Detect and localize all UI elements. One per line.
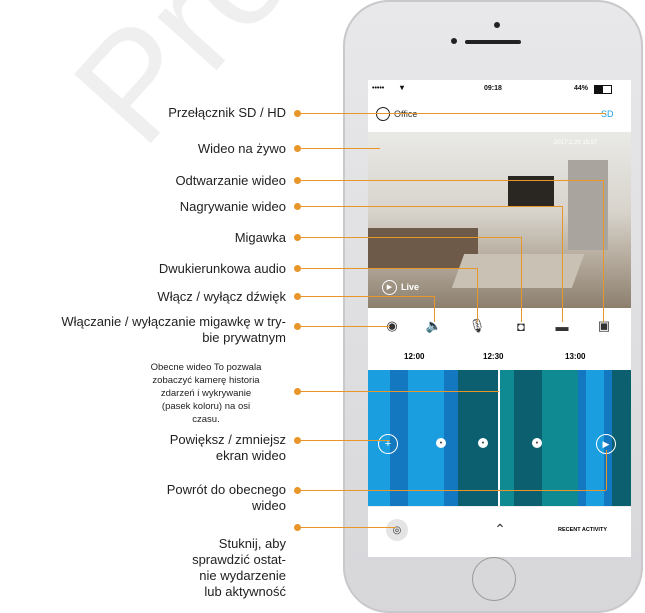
leader-line bbox=[603, 180, 604, 322]
room-rug bbox=[451, 254, 585, 288]
event-icon[interactable]: • bbox=[436, 438, 446, 448]
recent-activity-icon[interactable]: ◎ bbox=[386, 519, 408, 541]
label-tap-3: nie wydarzenie bbox=[199, 568, 286, 583]
leader-line bbox=[300, 113, 606, 114]
label-current-video-2: zobaczyć kamerę historia bbox=[152, 375, 260, 386]
label-zoom-2: ekran wideo bbox=[215, 448, 286, 463]
label-back-2: wideo bbox=[252, 498, 286, 513]
leader-line bbox=[300, 440, 390, 441]
room-door bbox=[568, 160, 608, 250]
bottom-bar: ◎ ⌃ RECENT ACTIVITY bbox=[368, 506, 631, 557]
label-snapshot: Migawka bbox=[234, 230, 286, 245]
event-icon[interactable]: • bbox=[532, 438, 542, 448]
label-live-video: Wideo na żywo bbox=[197, 141, 286, 156]
live-badge: Live bbox=[401, 282, 420, 292]
label-playback: Odtwarzanie wideo bbox=[175, 173, 286, 188]
timeline-tick: 12:00 bbox=[404, 352, 425, 361]
label-recording: Nagrywanie wideo bbox=[179, 199, 286, 214]
label-tap-4: lub aktywność bbox=[204, 584, 286, 599]
label-current-video-1: Obecne wideo To pozwala bbox=[150, 362, 262, 373]
label-privacy-line2: bie prywatnym bbox=[202, 330, 286, 345]
sensor-dot bbox=[451, 38, 457, 44]
recent-activity-button[interactable]: RECENT ACTIVITY bbox=[558, 527, 607, 533]
event-icon[interactable]: • bbox=[478, 438, 488, 448]
leader-line bbox=[521, 237, 522, 322]
leader-line bbox=[300, 490, 606, 491]
leader-line bbox=[300, 237, 521, 238]
event-timeline[interactable]: 12:00 12:30 13:00 + • • • ▶ bbox=[368, 344, 631, 506]
status-time: 09:18 bbox=[484, 85, 502, 92]
status-bar: ••••• ▾ 09:18 44% bbox=[368, 80, 631, 98]
timeline-tick: 13:00 bbox=[565, 352, 586, 361]
zoom-icon[interactable]: + bbox=[378, 434, 398, 454]
leader-line bbox=[300, 296, 434, 297]
label-zoom-1: Powiększ / zmniejsz bbox=[169, 432, 286, 447]
earpiece bbox=[465, 40, 521, 44]
leader-line bbox=[477, 268, 478, 322]
leader-line bbox=[434, 296, 435, 322]
label-tap-2: sprawdzić ostat- bbox=[192, 552, 286, 567]
camera-header: Office SD bbox=[368, 98, 631, 132]
back-icon[interactable] bbox=[376, 107, 390, 121]
label-tap-1: Stuknij, aby bbox=[218, 536, 286, 551]
label-current-video-4: (pasek koloru) na osi bbox=[161, 401, 251, 412]
leader-line bbox=[606, 450, 607, 490]
front-camera bbox=[494, 22, 500, 28]
label-privacy-line1: Włączanie / wyłączanie migawkę w try- bbox=[61, 314, 286, 329]
wifi-icon: ▾ bbox=[400, 83, 405, 92]
label-sd-hd: Przełącznik SD / HD bbox=[168, 105, 286, 120]
leader-line bbox=[300, 268, 477, 269]
label-current-video-5: czasu. bbox=[192, 414, 220, 425]
live-video[interactable]: 2017.1.20 15:57 ▶ Live bbox=[368, 132, 631, 308]
leader-line bbox=[562, 206, 563, 322]
playback-icon[interactable]: ▣ bbox=[596, 318, 612, 334]
app-screen: ••••• ▾ 09:18 44% Office SD 2017.1.20 15… bbox=[368, 80, 631, 557]
label-sound-toggle: Włącz / wyłącz dźwięk bbox=[157, 289, 286, 304]
leader-line bbox=[300, 148, 380, 149]
label-two-way-audio: Dwukierunkowa audio bbox=[158, 261, 286, 276]
leader-line bbox=[300, 326, 390, 327]
chevron-up-icon[interactable]: ⌃ bbox=[490, 519, 510, 539]
video-controls: ◉ 🔈 🎙 ◘ ▬ ▣ bbox=[368, 308, 631, 344]
leader-line bbox=[300, 206, 562, 207]
label-back-1: Powrót do obecnego bbox=[166, 482, 286, 497]
leader-line bbox=[300, 527, 396, 528]
leader-line bbox=[300, 391, 499, 392]
current-time-marker bbox=[498, 364, 500, 506]
leader-line bbox=[300, 180, 603, 181]
label-current-video-3: zdarzeń i wykrywanie bbox=[160, 388, 252, 399]
camera-name: Office bbox=[394, 109, 418, 119]
sd-hd-toggle[interactable]: SD bbox=[601, 109, 614, 119]
timeline-tick: 12:30 bbox=[483, 352, 504, 361]
home-button[interactable] bbox=[472, 557, 516, 601]
battery-icon bbox=[594, 85, 612, 94]
play-icon: ▶ bbox=[382, 280, 397, 295]
signal-strength: ••••• bbox=[372, 85, 385, 92]
video-timestamp: 2017.1.20 15:57 bbox=[554, 140, 598, 146]
battery-percent: 44% bbox=[574, 85, 589, 92]
